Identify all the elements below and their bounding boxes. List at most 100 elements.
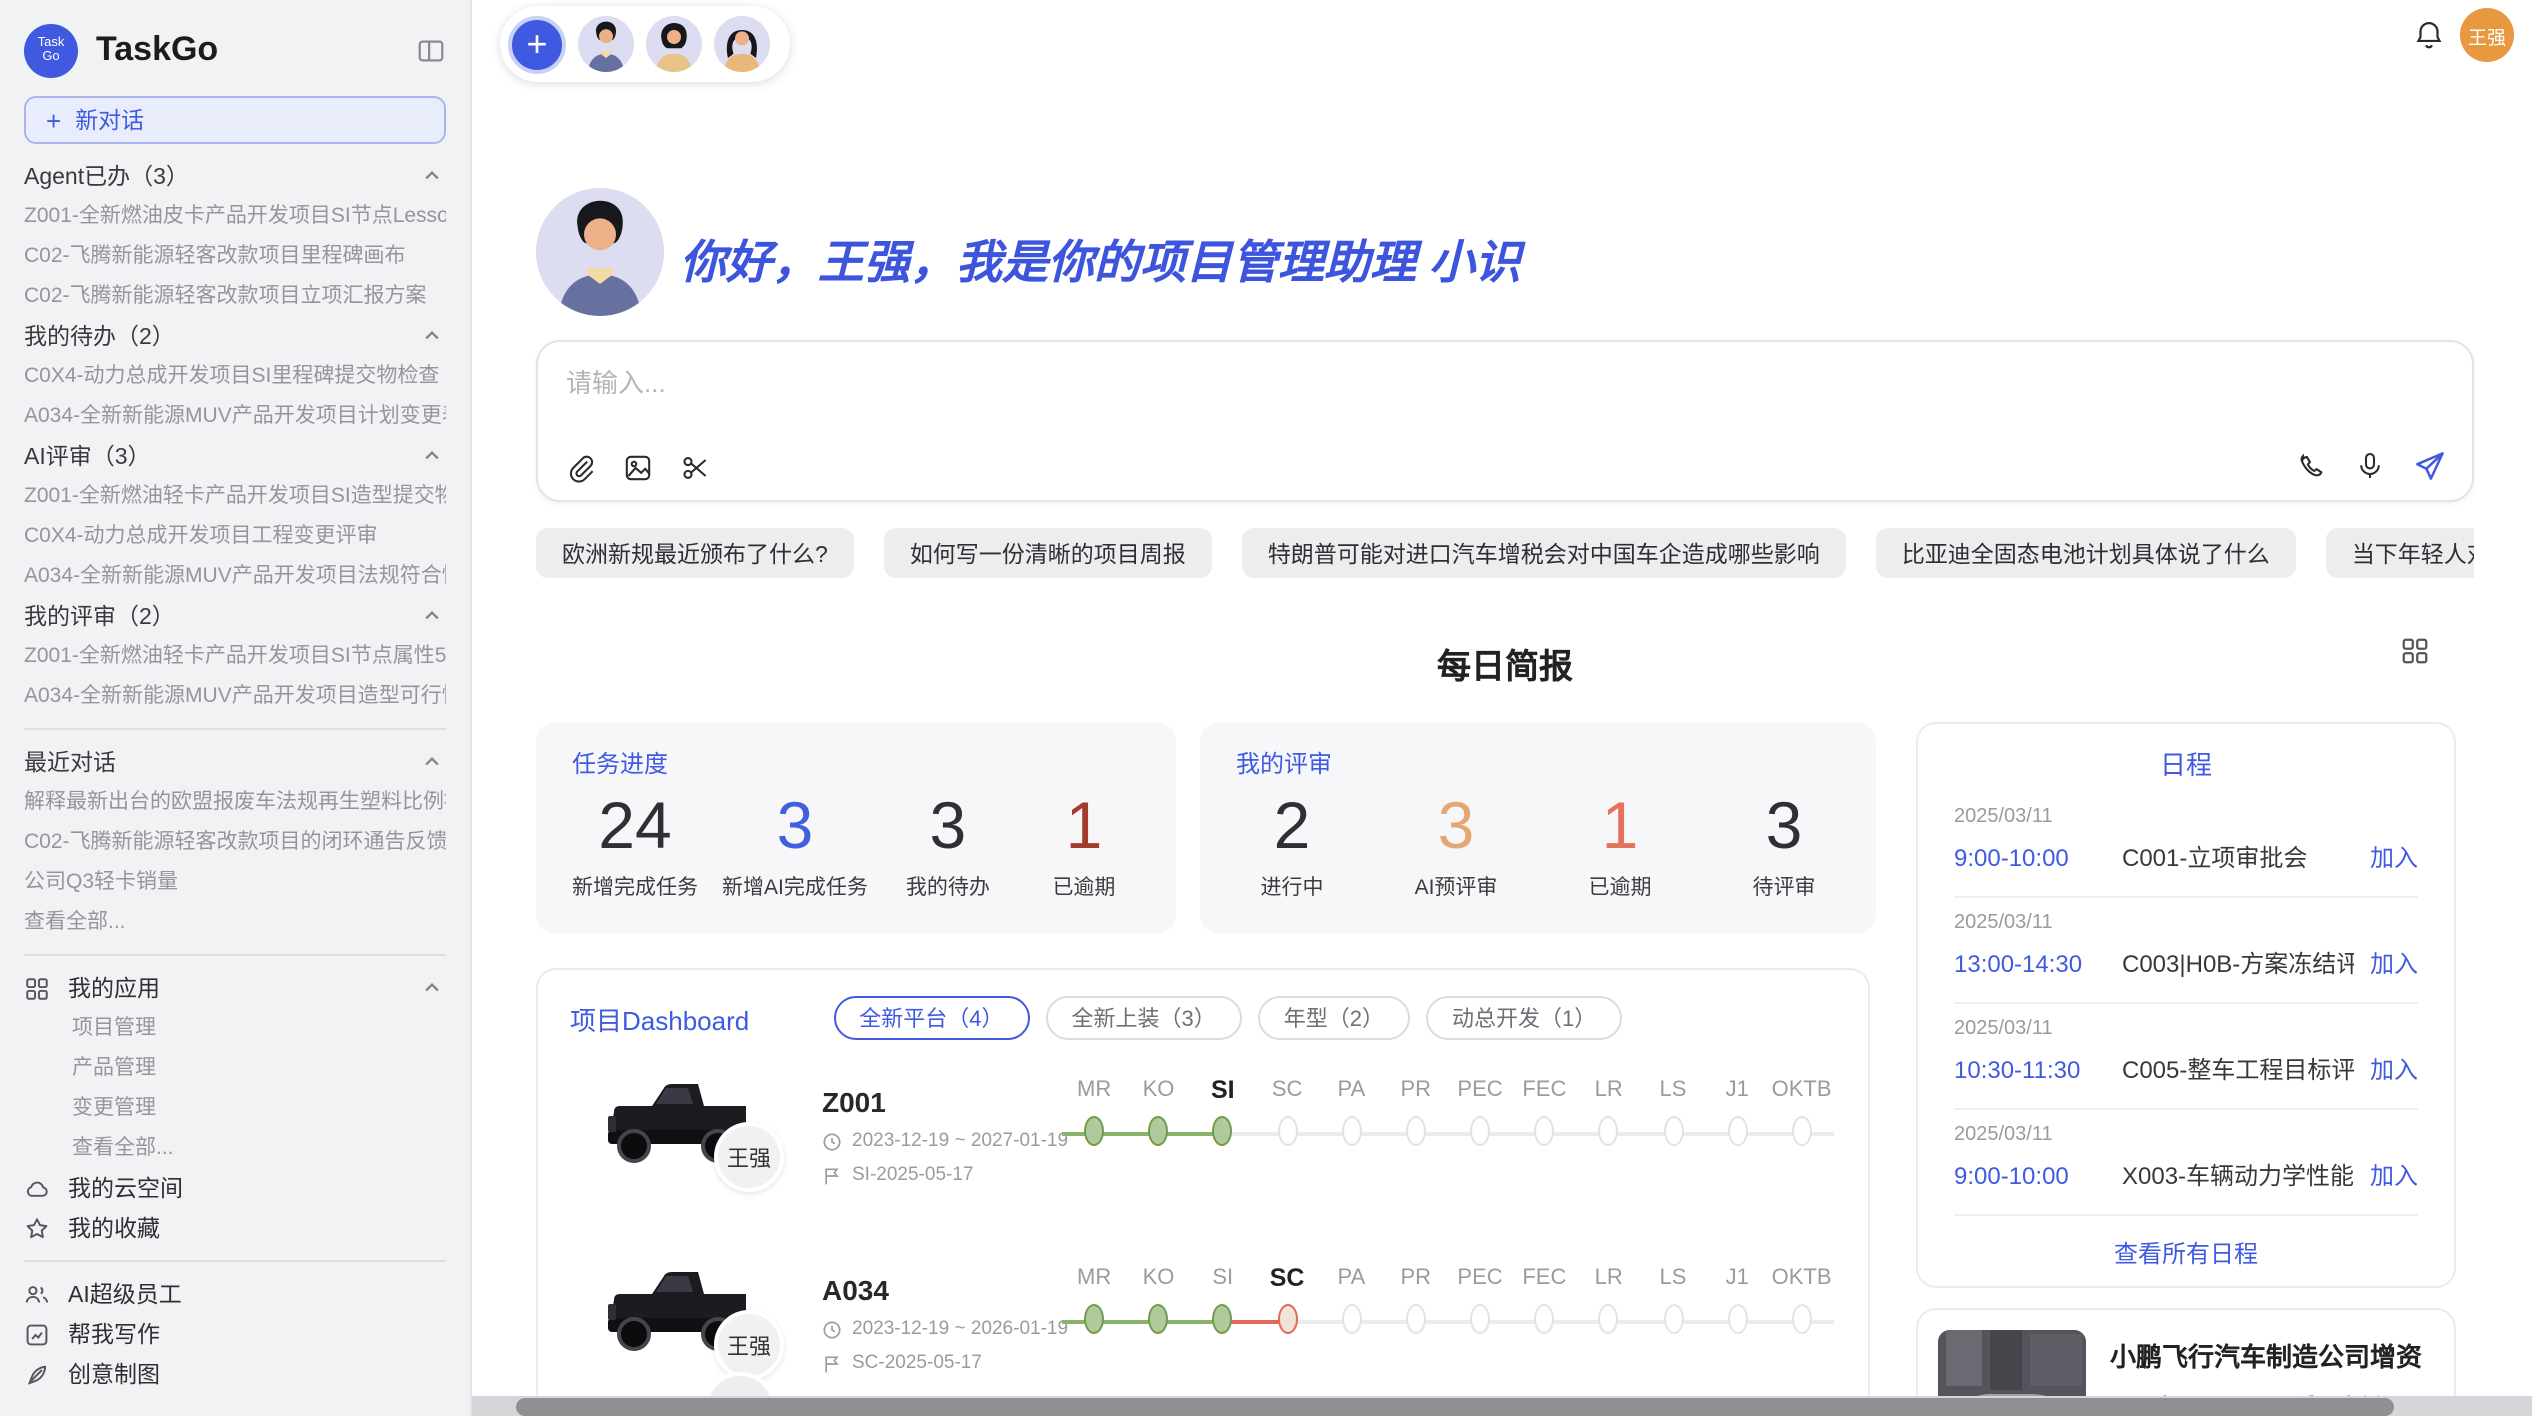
join-link[interactable]: 加入 [2370,1052,2418,1086]
send-icon[interactable] [2412,448,2448,484]
image-icon[interactable] [622,452,654,484]
event-date: 2025/03/11 [1954,806,2418,828]
plus-icon: + [46,105,61,135]
sidebar-link[interactable]: 我的收藏 [24,1208,446,1248]
sidebar-item[interactable]: A034-全新新能源MUV产品开发项目造型可行性评审 [24,676,446,716]
chat-input[interactable] [566,362,2444,438]
stat-value: 3 [777,784,814,868]
sidebar-section: 我的评审（2） Z001-全新燃油轻卡产品开发项目SI节点属性5D文件评审A03… [24,596,446,716]
join-link[interactable]: 加入 [2370,946,2418,980]
stat: 2 进行中 [1236,784,1348,902]
sidebar-tool[interactable]: 创意制图 [24,1354,446,1394]
app-item[interactable]: 产品管理 [24,1048,446,1088]
stat-value: 3 [1438,784,1475,868]
sidebar-section-header[interactable]: 我的评审（2） [24,596,446,636]
team-avatar[interactable] [578,16,634,72]
paperclip-icon[interactable] [564,452,596,484]
stat: 3 新增AI完成任务 [722,784,868,902]
sidebar-item[interactable]: C02-飞腾新能源轻客改款项目立项汇报方案 [24,276,446,316]
milestone-label: PEC [1448,1258,1512,1298]
flag-icon [822,1353,842,1373]
milestone-label: LR [1577,1258,1641,1298]
sidebar-item[interactable]: C02-飞腾新能源轻客改款项目里程碑画布 [24,236,446,276]
view-all-schedule-link[interactable]: 查看所有日程 [1954,1216,2418,1270]
recent-chats-header[interactable]: 最近对话 [24,742,446,782]
dashboard-tab[interactable]: 全新平台（4） [833,996,1029,1040]
sidebar-scroll-area: Agent已办（3） Z001-全新燃油皮卡产品开发项目SI节点Lesson L… [24,156,446,1404]
stat: 3 AI预评审 [1400,784,1512,902]
sidebar-tool[interactable]: AI超级员工 [24,1274,446,1314]
sidebar-section-header[interactable]: Agent已办（3） [24,156,446,196]
team-avatar[interactable] [714,16,770,72]
join-link[interactable]: 加入 [2370,840,2418,874]
card-title: 任务进度 [572,746,1140,780]
sidebar-item[interactable]: C0X4-动力总成开发项目SI里程碑提交物检查 [24,356,446,396]
sidebar-section-header[interactable]: AI评审（3） [24,436,446,476]
recent-chat-item[interactable]: C02-飞腾新能源轻客改款项目的闭环通告反馈情况 [24,822,446,862]
milestone-dot [1728,1304,1748,1334]
project-info: Z001 2023-12-19 ~ 2027-01-19 SI-2025-05-… [822,1086,1068,1186]
milestone-label: OKTB [1769,1258,1833,1298]
app-item[interactable]: 项目管理 [24,1008,446,1048]
new-chat-button[interactable]: + 新对话 [24,96,446,144]
stat: 1 已逾期 [1028,784,1140,902]
app-item[interactable]: 变更管理 [24,1088,446,1128]
suggestion-chip[interactable]: 比亚迪全固态电池计划具体说了什么 [1876,528,2296,578]
horizontal-scrollbar-thumb[interactable] [516,1398,2394,1416]
app-item[interactable]: 查看全部... [24,1128,446,1168]
my-apps-header[interactable]: 我的应用 [24,968,446,1008]
mic-icon[interactable] [2354,450,2386,482]
sidebar-item[interactable]: Z001-全新燃油皮卡产品开发项目SI节点Lesson Learn报告 [24,196,446,236]
chevron-up-icon [422,606,446,626]
stat-label: AI预评审 [1415,872,1498,902]
stat-label: 待评审 [1753,872,1816,902]
suggestion-chip[interactable]: 当下年轻人对汽车外观有怎样的喜好趋势 [2326,528,2474,578]
suggestion-chip[interactable]: 如何写一份清晰的项目周报 [884,528,1212,578]
dashboard-header: 项目Dashboard 全新平台（4）全新上装（3）年型（2）动总开发（1） [570,994,1836,1042]
dashboard-tab[interactable]: 年型（2） [1258,996,1410,1040]
project-row[interactable]: 王强 Z001 2023-12-19 ~ 2027-01-19 SI-2025-… [570,1070,1836,1226]
add-member-button[interactable]: + [508,15,566,73]
phone-icon[interactable] [2296,450,2328,482]
milestone-dot [1084,1116,1104,1146]
recent-chat-item[interactable]: 公司Q3轻卡销量 [24,862,446,902]
milestone-dot [1728,1116,1748,1146]
team-avatar[interactable] [646,16,702,72]
assistant-greeting: 你好，王强，我是你的项目管理助理 小识 [680,224,1521,292]
recent-chat-item[interactable]: 解释最新出台的欧盟报废车法规再生塑料比例被调至15%... [24,782,446,822]
dashboard-tabs: 全新平台（4） 全新上装（3） 年型（2） 动总开发（1） [833,996,1622,1040]
milestone-label: SC [1255,1070,1319,1110]
event-title: C005-整车工程目标评审 [2122,1052,2354,1086]
app-root: Task Go TaskGo + 新对话 Agent已办（3） [0,0,2532,1416]
sidebar-section-header[interactable]: 我的待办（2） [24,316,446,356]
sidebar-item[interactable]: A034-全新新能源MUV产品开发项目法规符合性评审 [24,556,446,596]
sidebar-section: 我的待办（2） C0X4-动力总成开发项目SI里程碑提交物检查A034-全新新能… [24,316,446,436]
sidebar-link[interactable]: 我的云空间 [24,1168,446,1208]
user-avatar[interactable]: 王强 [2460,8,2514,62]
owner-avatar: 王强 [714,1122,784,1192]
sidebar-item[interactable]: C0X4-动力总成开发项目工程变更评审 [24,516,446,556]
stat-value: 1 [1066,784,1103,868]
dashboard-tab[interactable]: 全新上装（3） [1045,996,1241,1040]
suggestion-chip[interactable]: 欧洲新规最近颁布了什么? [536,528,854,578]
recent-chat-item[interactable]: 查看全部... [24,902,446,942]
sidebar-item[interactable]: Z001-全新燃油轻卡产品开发项目SI造型提交物评审 [24,476,446,516]
notifications-bell-icon[interactable] [2412,18,2446,52]
dashboard-tab[interactable]: 动总开发（1） [1426,996,1622,1040]
join-link[interactable]: 加入 [2370,1158,2418,1192]
briefing-title: 每日简报 [536,638,2474,688]
sidebar-tool[interactable]: 帮我写作 [24,1314,446,1354]
scissors-icon[interactable] [680,452,712,484]
layout-grid-icon[interactable] [2400,636,2430,666]
sidebar-item[interactable]: Z001-全新燃油轻卡产品开发项目SI节点属性5D文件评审 [24,636,446,676]
milestone-dot [1213,1116,1233,1146]
suggestion-chip[interactable]: 特朗普可能对进口汽车增税会对中国车企造成哪些影响 [1242,528,1846,578]
collapse-sidebar-icon[interactable] [416,35,446,65]
milestone-label: SC [1255,1258,1319,1298]
milestone-dot [1599,1304,1619,1334]
stat-value: 1 [1602,784,1639,868]
grid-icon [24,975,50,1001]
sidebar-item[interactable]: A034-全新新能源MUV产品开发项目计划变更表编写 [24,396,446,436]
flag-icon [822,1165,842,1185]
write-icon [24,1321,50,1347]
